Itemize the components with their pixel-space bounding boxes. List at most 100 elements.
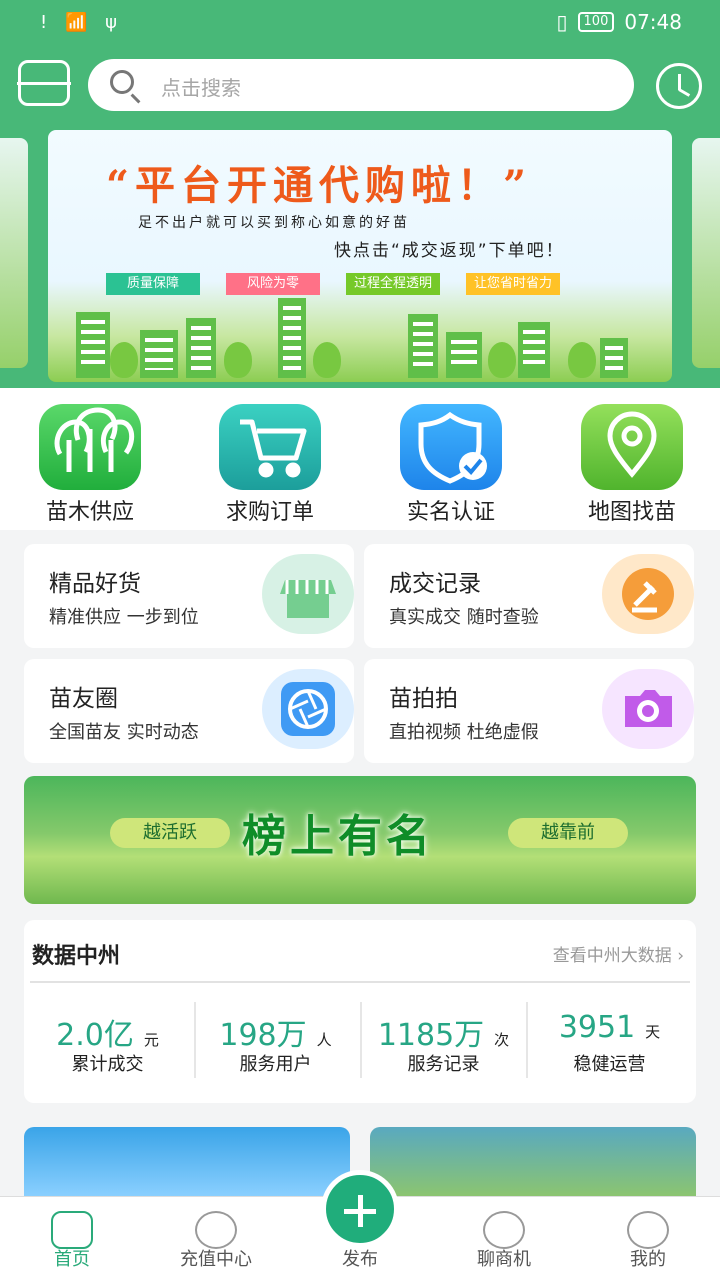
nav-chat-business[interactable]: 聊商机 <box>444 1199 564 1277</box>
nav-recharge[interactable]: 充值中心 <box>156 1199 276 1277</box>
deal-records-card[interactable]: 成交记录 真实成交 随时查验 <box>364 544 694 648</box>
stat-item: 1185万次服务记录 <box>360 1010 527 1078</box>
history-clock-icon[interactable] <box>656 63 702 109</box>
video-shoot-card[interactable]: 苗拍拍 直拍视频 杜绝虚假 <box>364 659 694 763</box>
building-shape <box>186 318 216 378</box>
stat-unit: 人 <box>316 1031 332 1049</box>
stat-label: 累计成交 <box>71 1054 144 1075</box>
tree-shape <box>488 342 516 378</box>
rank-right-tag: 越靠前 <box>508 818 628 848</box>
data-title: 数据中州 <box>32 944 121 969</box>
stat-number: 3951 <box>558 1010 636 1045</box>
nav-mine[interactable]: 我的 <box>588 1199 708 1277</box>
promo-banner[interactable]: “平台开通代购啦！” 足不出户就可以买到称心如意的好苗 快点击“成交返现”下单吧… <box>48 130 672 382</box>
shop-icon <box>262 554 354 634</box>
card-title: 苗友圈 <box>49 686 118 712</box>
banner-tag: 让您省时省力 <box>466 273 560 295</box>
nav-label: 聊商机 <box>477 1249 531 1270</box>
feature-image-right[interactable] <box>370 1127 696 1197</box>
stat-unit: 元 <box>143 1031 159 1049</box>
building-shape <box>518 322 550 378</box>
stat-label: 稳健运营 <box>573 1054 646 1075</box>
search-icon <box>110 70 134 94</box>
stat-item: 198万人服务用户 <box>192 1010 359 1078</box>
card-title: 苗拍拍 <box>389 686 458 712</box>
card-desc: 直拍视频 杜绝虚假 <box>389 722 539 743</box>
building-shape <box>140 330 178 378</box>
chat-icon <box>483 1211 525 1249</box>
nav-label: 首页 <box>54 1249 90 1270</box>
stat-unit: 次 <box>494 1031 510 1049</box>
quick-label[interactable]: 地图找苗 <box>557 494 707 526</box>
verified-shield-icon[interactable] <box>400 404 502 490</box>
status-icons-left: ! 📶 ψ <box>40 12 123 33</box>
rank-left-tag: 越活跃 <box>110 818 230 848</box>
nav-label: 发布 <box>342 1249 378 1270</box>
time: 07:48 <box>624 10 682 34</box>
building-shape <box>600 338 628 378</box>
building-shape <box>76 312 110 378</box>
quick-actions: 苗木供应 求购订单 实名认证 地图找苗 <box>0 388 720 530</box>
status-icons-right: ▯ 100 07:48 <box>557 10 682 34</box>
stat-number: 1185万 <box>377 1018 485 1053</box>
card-desc: 精准供应 一步到位 <box>49 607 199 628</box>
seedling-supply-icon[interactable] <box>39 404 141 490</box>
tree-shape <box>224 342 252 378</box>
nav-label: 我的 <box>630 1249 666 1270</box>
banner-next-card[interactable] <box>692 138 720 368</box>
map-pin-icon[interactable] <box>581 404 683 490</box>
tree-shape <box>110 342 138 378</box>
banner-tags: 质量保障 风险为零 过程全程透明 让您省时省力 <box>106 273 560 295</box>
search-input[interactable]: 点击搜索 <box>88 59 634 111</box>
friends-circle-card[interactable]: 苗友圈 全国苗友 实时动态 <box>24 659 354 763</box>
premium-goods-card[interactable]: 精品好货 精准供应 一步到位 <box>24 544 354 648</box>
banner-tag: 风险为零 <box>226 273 320 295</box>
city-illustration <box>48 296 672 382</box>
battery-level: 100 <box>577 12 615 32</box>
quick-label[interactable]: 求购订单 <box>195 494 345 526</box>
card-desc: 全国苗友 实时动态 <box>49 722 199 743</box>
banner-subtitle: 足不出户就可以买到称心如意的好苗 <box>138 215 410 231</box>
building-shape <box>278 298 306 378</box>
quick-label[interactable]: 苗木供应 <box>15 494 165 526</box>
view-big-data-link[interactable]: 查看中州大数据 › <box>553 941 684 966</box>
data-panel: 数据中州 查看中州大数据 › 2.0亿元累计成交 198万人服务用户 1185万… <box>24 920 696 1103</box>
building-shape <box>446 332 482 378</box>
yen-icon <box>195 1211 237 1249</box>
banner-tag: 质量保障 <box>106 273 200 295</box>
rank-title: 榜上有名 <box>242 811 434 862</box>
banner-headline: “平台开通代购啦！” <box>106 162 533 209</box>
nav-home[interactable]: 首页 <box>12 1199 132 1277</box>
stat-item: 2.0亿元累计成交 <box>24 1010 191 1078</box>
stat-label: 服务用户 <box>239 1054 312 1075</box>
banner-call-to-action: 快点击“成交返现”下单吧！ <box>334 241 565 261</box>
feature-image-left[interactable] <box>24 1127 350 1197</box>
stat-item: 3951 天稳健运营 <box>526 1010 693 1078</box>
banner-tag: 过程全程透明 <box>346 273 440 295</box>
card-title: 精品好货 <box>49 571 141 597</box>
stat-number: 2.0亿 <box>56 1018 134 1053</box>
quick-label[interactable]: 实名认证 <box>376 494 526 526</box>
auction-hammer-icon <box>602 554 694 634</box>
user-icon <box>627 1211 669 1249</box>
divider-line <box>30 981 690 983</box>
tree-shape <box>313 342 341 378</box>
publish-plus-button[interactable] <box>321 1170 399 1248</box>
card-desc: 真实成交 随时查验 <box>389 607 539 628</box>
status-bar: ! 📶 ψ ▯ 100 07:48 <box>0 0 720 46</box>
home-icon <box>51 1211 93 1249</box>
building-shape <box>408 314 438 378</box>
search-placeholder: 点击搜索 <box>161 76 241 100</box>
nav-label: 充值中心 <box>180 1249 252 1270</box>
stat-label: 服务记录 <box>407 1054 480 1075</box>
aperture-icon <box>262 669 354 749</box>
vibrate-icon: ▯ <box>556 10 568 34</box>
tree-shape <box>568 342 596 378</box>
camera-icon <box>602 669 694 749</box>
scan-icon[interactable] <box>17 60 71 106</box>
card-title: 成交记录 <box>389 571 481 597</box>
stat-number: 198万 <box>219 1018 307 1053</box>
ranking-banner[interactable]: 越活跃 榜上有名 越靠前 <box>24 776 696 904</box>
cart-icon[interactable] <box>219 404 321 490</box>
banner-prev-card[interactable] <box>0 138 28 368</box>
